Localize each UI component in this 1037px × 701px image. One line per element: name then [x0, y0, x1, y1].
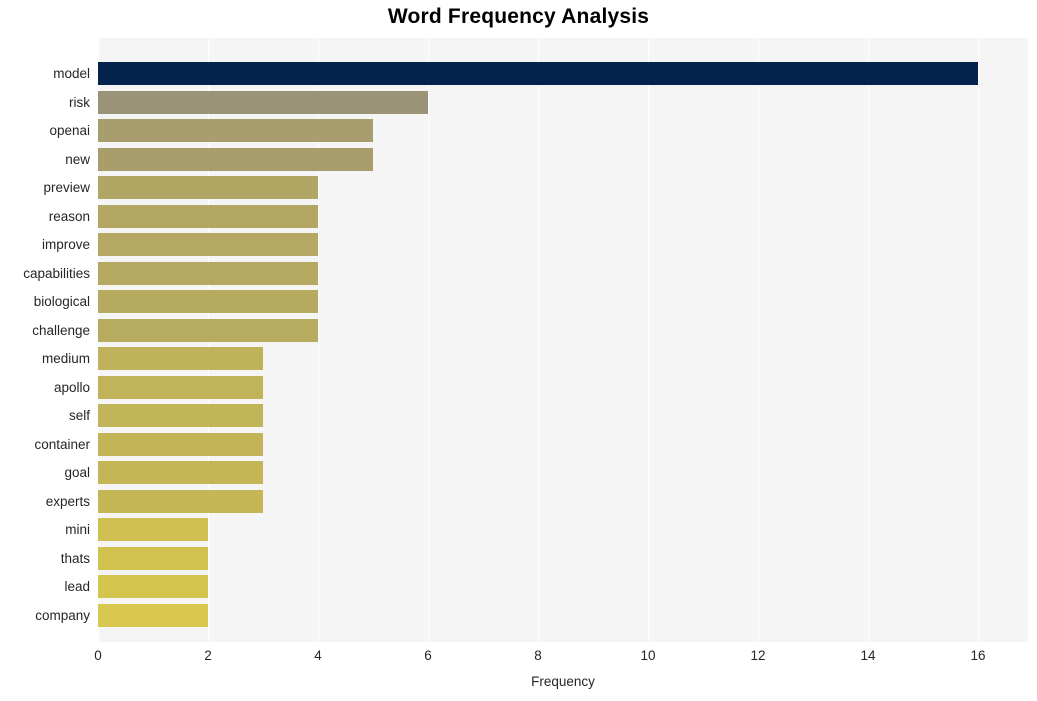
bar-row — [98, 347, 1028, 370]
bar-experts[interactable] — [98, 489, 263, 513]
y-tick-label-experts: experts — [45, 493, 90, 509]
bar-self[interactable] — [98, 404, 263, 427]
bar-risk[interactable] — [98, 90, 428, 114]
bar-row — [98, 119, 1028, 142]
y-tick-label-preview: preview — [43, 180, 90, 195]
bar-row — [98, 290, 1028, 313]
y-tick-label-company: company — [35, 607, 90, 623]
bar-row — [98, 603, 1028, 627]
bar-row — [98, 261, 1028, 285]
y-tick-label-biological: biological — [33, 294, 90, 309]
x-tick-label-16: 16 — [970, 648, 986, 663]
bar-thats[interactable] — [98, 546, 208, 570]
bar-row — [98, 204, 1028, 228]
y-tick-label-container: container — [34, 436, 90, 452]
bar-mini[interactable] — [98, 518, 208, 541]
y-tick-label-medium: medium — [41, 351, 90, 366]
bar-openai[interactable] — [98, 119, 373, 142]
x-tick-label-14: 14 — [860, 648, 876, 663]
chart-figure: Word Frequency Analysis model risk openai n… — [0, 0, 1037, 701]
bar-row — [98, 318, 1028, 342]
y-tick-label-thats: thats — [60, 550, 90, 566]
bar-row — [98, 233, 1028, 256]
bar-row — [98, 518, 1028, 541]
bar-company[interactable] — [98, 603, 208, 627]
x-tick-label-8: 8 — [534, 648, 542, 663]
bar-lead[interactable] — [98, 575, 208, 598]
bar-apollo[interactable] — [98, 375, 263, 399]
bar-new[interactable] — [98, 147, 373, 171]
bar-row — [98, 489, 1028, 513]
bar-row — [98, 404, 1028, 427]
bar-goal[interactable] — [98, 461, 263, 484]
x-tick-label-2: 2 — [204, 648, 212, 663]
bar-row — [98, 147, 1028, 171]
bar-container[interactable] — [98, 432, 263, 456]
bar-biological[interactable] — [98, 290, 318, 313]
y-tick-label-openai: openai — [49, 123, 90, 138]
x-tick-label-0: 0 — [94, 648, 102, 663]
bar-capabilities[interactable] — [98, 261, 318, 285]
bar-row — [98, 176, 1028, 199]
y-tick-label-improve: improve — [41, 237, 90, 252]
y-tick-label-challenge: challenge — [32, 322, 90, 338]
bar-improve[interactable] — [98, 233, 318, 256]
y-tick-label-self: self — [68, 408, 90, 423]
bar-row — [98, 546, 1028, 570]
bar-challenge[interactable] — [98, 318, 318, 342]
y-tick-label-goal: goal — [64, 465, 90, 480]
chart-title: Word Frequency Analysis — [387, 5, 650, 28]
bar-row — [98, 62, 1028, 85]
x-tick-label-10: 10 — [640, 648, 656, 663]
x-tick-label-6: 6 — [424, 648, 432, 663]
x-axis-label: Frequency — [531, 674, 595, 689]
y-tick-label-lead: lead — [64, 579, 90, 594]
y-tick-label-apollo: apollo — [53, 379, 90, 395]
bar-row — [98, 90, 1028, 114]
bar-row — [98, 575, 1028, 598]
y-tick-label-risk: risk — [69, 94, 90, 110]
y-tick-label-reason: reason — [48, 208, 90, 224]
bar-reason[interactable] — [98, 204, 318, 228]
bar-row — [98, 461, 1028, 484]
y-tick-label-capabilities: capabilities — [23, 265, 90, 281]
y-tick-label-mini: mini — [65, 522, 90, 537]
bar-preview[interactable] — [98, 176, 318, 199]
x-tick-label-12: 12 — [750, 648, 766, 663]
plot-area — [98, 38, 1028, 642]
bar-model[interactable] — [98, 62, 978, 85]
bar-row — [98, 432, 1028, 456]
y-tick-label-new: new — [65, 151, 90, 167]
y-tick-label-model: model — [53, 66, 90, 81]
x-tick-label-4: 4 — [314, 648, 322, 663]
bar-row — [98, 375, 1028, 399]
bar-medium[interactable] — [98, 347, 263, 370]
